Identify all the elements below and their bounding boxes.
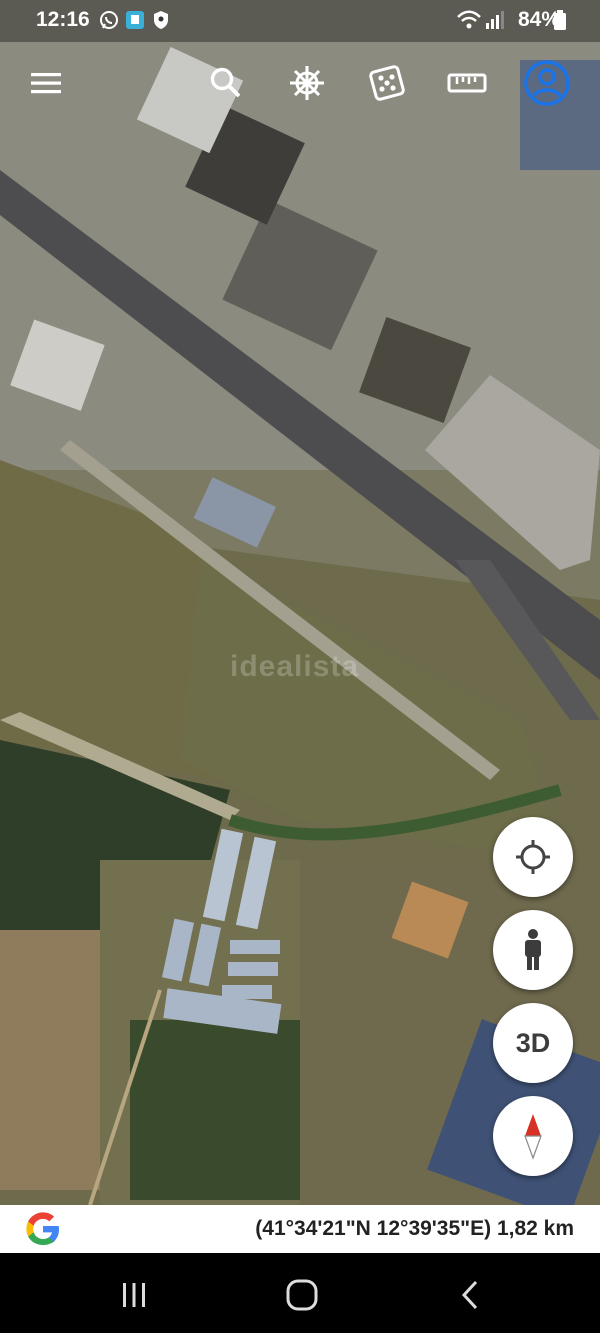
home-icon [286, 1279, 318, 1311]
status-time: 12:16 [36, 8, 90, 31]
google-logo [26, 1212, 59, 1245]
pegman-icon [525, 929, 541, 970]
voyager-button[interactable] [282, 58, 332, 108]
battery-icon [553, 9, 575, 31]
account-icon [524, 60, 570, 106]
i-feel-lucky-button[interactable] [362, 58, 412, 108]
dice-icon [369, 65, 405, 101]
navigation-bar [0, 1253, 600, 1333]
search-button[interactable] [201, 58, 251, 108]
map-watermark: idealista [230, 650, 360, 683]
measure-button[interactable] [442, 58, 492, 108]
whatsapp-icon [98, 9, 120, 31]
status-bar: 12:16 84% [0, 0, 600, 42]
toggle-3d-label: 3D [515, 1027, 551, 1058]
search-icon [210, 67, 241, 98]
toggle-3d-button[interactable]: 3D [493, 1003, 573, 1083]
shield-icon [150, 9, 172, 31]
compass-icon [524, 1114, 542, 1160]
back-icon [461, 1280, 478, 1310]
signal-icon [484, 9, 506, 31]
menu-icon [31, 73, 61, 94]
my-location-button[interactable] [493, 817, 573, 897]
coordinates-scale: (41°34'21"N 12°39'35"E) 1,82 km [255, 1217, 574, 1240]
recent-apps-button[interactable] [112, 1273, 156, 1317]
menu-button[interactable] [21, 58, 71, 108]
my-location-icon [516, 840, 550, 874]
back-button[interactable] [448, 1273, 492, 1317]
recent-apps-icon [123, 1283, 145, 1307]
app-notification-icon [124, 9, 146, 31]
voyager-wheel-icon [290, 66, 324, 100]
home-button[interactable] [280, 1273, 324, 1317]
map-info-bar: (41°34'21"N 12°39'35"E) 1,82 km [0, 1205, 600, 1253]
ruler-icon [447, 73, 487, 93]
account-button[interactable] [522, 58, 572, 108]
compass-button[interactable] [493, 1096, 573, 1176]
street-view-button[interactable] [493, 910, 573, 990]
wifi-icon [456, 9, 481, 31]
